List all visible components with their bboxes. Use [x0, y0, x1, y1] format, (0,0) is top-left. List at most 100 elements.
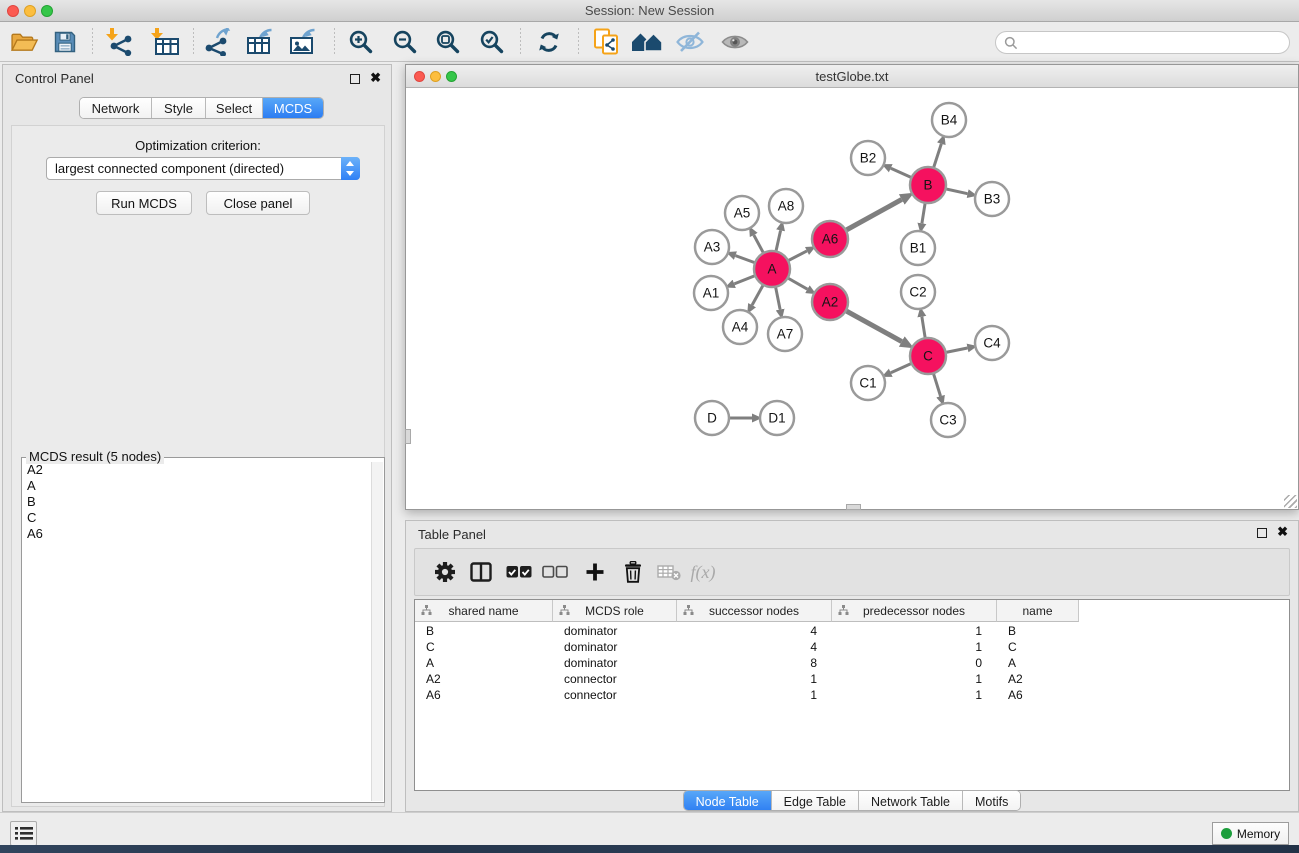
cell[interactable]: dominator: [553, 655, 677, 671]
column-header-successor-nodes[interactable]: successor nodes: [677, 600, 832, 622]
deselect-all-icon[interactable]: [539, 549, 571, 595]
table-row-A2[interactable]: A2connector11A2: [415, 671, 1079, 687]
hide-selected-icon[interactable]: [674, 27, 706, 57]
cell[interactable]: 0: [832, 655, 997, 671]
task-history-button[interactable]: [10, 821, 37, 846]
column-header-shared-name[interactable]: shared name: [415, 600, 553, 622]
run-mcds-button[interactable]: Run MCDS: [96, 191, 192, 215]
cell[interactable]: connector: [553, 671, 677, 687]
show-columns-icon[interactable]: [465, 549, 497, 595]
zoom-in-icon[interactable]: [345, 27, 377, 57]
table-header-row: shared nameMCDS rolesuccessor nodesprede…: [415, 600, 1079, 622]
result-scrollbar[interactable]: [371, 462, 383, 801]
float-table-panel-icon[interactable]: [1257, 528, 1267, 538]
mcds-result-item[interactable]: A2: [23, 462, 371, 478]
mcds-result-item[interactable]: B: [23, 494, 371, 510]
export-image-icon[interactable]: [288, 27, 320, 57]
function-builder-icon[interactable]: f(x): [687, 549, 719, 595]
cell[interactable]: A6: [997, 687, 1079, 703]
table-panel: Table Panel ✖: [405, 520, 1299, 812]
tab-edge-table[interactable]: Edge Table: [772, 791, 859, 811]
graph-node-label-A8: A8: [778, 199, 795, 214]
cell[interactable]: dominator: [553, 623, 677, 639]
delete-column-trash-icon[interactable]: [617, 549, 649, 595]
window-resize-grip[interactable]: [1284, 495, 1297, 508]
search-input[interactable]: [1018, 35, 1289, 50]
float-panel-icon[interactable]: [350, 74, 360, 84]
dropdown-stepper-icon[interactable]: [341, 157, 360, 180]
zoom-fit-icon[interactable]: [432, 27, 464, 57]
tab-style[interactable]: Style: [152, 98, 206, 118]
export-table-icon[interactable]: [245, 27, 277, 57]
table-row-A[interactable]: Adominator80A: [415, 655, 1079, 671]
tab-mcds[interactable]: MCDS: [263, 98, 323, 118]
cell[interactable]: B: [415, 623, 553, 639]
memory-button[interactable]: Memory: [1212, 822, 1289, 845]
add-column-icon[interactable]: [579, 549, 611, 595]
toolbar-separator: [520, 28, 521, 56]
tab-motifs[interactable]: Motifs: [963, 791, 1020, 811]
mcds-result-item[interactable]: A: [23, 478, 371, 494]
search-field[interactable]: [995, 31, 1290, 54]
mcds-result-item[interactable]: C: [23, 510, 371, 526]
graph-node-label-B3: B3: [984, 192, 1001, 207]
new-network-from-selection-icon[interactable]: [591, 27, 623, 57]
cell[interactable]: C: [415, 639, 553, 655]
cell[interactable]: 1: [677, 687, 832, 703]
cell[interactable]: dominator: [553, 639, 677, 655]
cell[interactable]: 1: [832, 639, 997, 655]
network-canvas[interactable]: B4B2BB3A8A5A6A3B1AA1C2A2A4A7C4CC1C3DD1: [406, 88, 1298, 509]
cell[interactable]: 1: [832, 623, 997, 639]
table-toolbar: f(x): [414, 548, 1290, 596]
cell[interactable]: 1: [832, 671, 997, 687]
graph-node-label-A2: A2: [822, 295, 839, 310]
show-all-icon[interactable]: [719, 27, 751, 57]
table-row-A6[interactable]: A6connector11A6: [415, 687, 1079, 703]
cell[interactable]: connector: [553, 687, 677, 703]
select-all-icon[interactable]: [503, 549, 535, 595]
app-title-bar[interactable]: Session: New Session: [0, 0, 1299, 22]
cell[interactable]: A2: [415, 671, 553, 687]
cell[interactable]: C: [997, 639, 1079, 655]
open-session-icon[interactable]: [8, 27, 40, 57]
delete-table-icon[interactable]: [653, 549, 685, 595]
bottom-panel-grip[interactable]: [846, 504, 861, 510]
table-row-C[interactable]: Cdominator41C: [415, 639, 1079, 655]
refresh-network-icon[interactable]: [533, 27, 565, 57]
first-neighbors-icon[interactable]: [631, 27, 663, 57]
cell[interactable]: A: [997, 655, 1079, 671]
cell[interactable]: A: [415, 655, 553, 671]
cell[interactable]: B: [997, 623, 1079, 639]
export-network-icon[interactable]: [202, 27, 234, 57]
save-session-icon[interactable]: [49, 27, 81, 57]
network-window-title-bar[interactable]: testGlobe.txt: [406, 65, 1298, 88]
graph-node-label-B: B: [923, 178, 932, 193]
cell[interactable]: 4: [677, 639, 832, 655]
cell[interactable]: 8: [677, 655, 832, 671]
column-header-MCDS-role[interactable]: MCDS role: [553, 600, 677, 622]
close-panel-button[interactable]: Close panel: [206, 191, 310, 215]
cell[interactable]: A6: [415, 687, 553, 703]
import-network-icon[interactable]: [103, 27, 135, 57]
tab-network-table[interactable]: Network Table: [859, 791, 963, 811]
mcds-result-item[interactable]: A6: [23, 526, 371, 542]
import-table-icon[interactable]: [149, 27, 181, 57]
tab-select[interactable]: Select: [206, 98, 263, 118]
column-header-predecessor-nodes[interactable]: predecessor nodes: [832, 600, 997, 622]
cell[interactable]: A2: [997, 671, 1079, 687]
close-table-panel-icon[interactable]: ✖: [1277, 524, 1288, 540]
cell[interactable]: 4: [677, 623, 832, 639]
close-panel-icon[interactable]: ✖: [370, 70, 381, 86]
column-header-name[interactable]: name: [997, 600, 1079, 622]
cell[interactable]: 1: [677, 671, 832, 687]
optimization-criterion-dropdown[interactable]: largest connected component (directed): [46, 157, 360, 180]
left-panel-grip[interactable]: [405, 429, 411, 444]
table-row-B[interactable]: Bdominator41B: [415, 623, 1079, 639]
zoom-out-icon[interactable]: [389, 27, 421, 57]
tab-network[interactable]: Network: [80, 98, 152, 118]
control-panel: Control Panel ✖ NetworkStyleSelectMCDS O…: [2, 64, 392, 812]
cell[interactable]: 1: [832, 687, 997, 703]
zoom-selected-icon[interactable]: [476, 27, 508, 57]
tab-node-table[interactable]: Node Table: [684, 791, 772, 811]
settings-gear-icon[interactable]: [429, 549, 461, 595]
